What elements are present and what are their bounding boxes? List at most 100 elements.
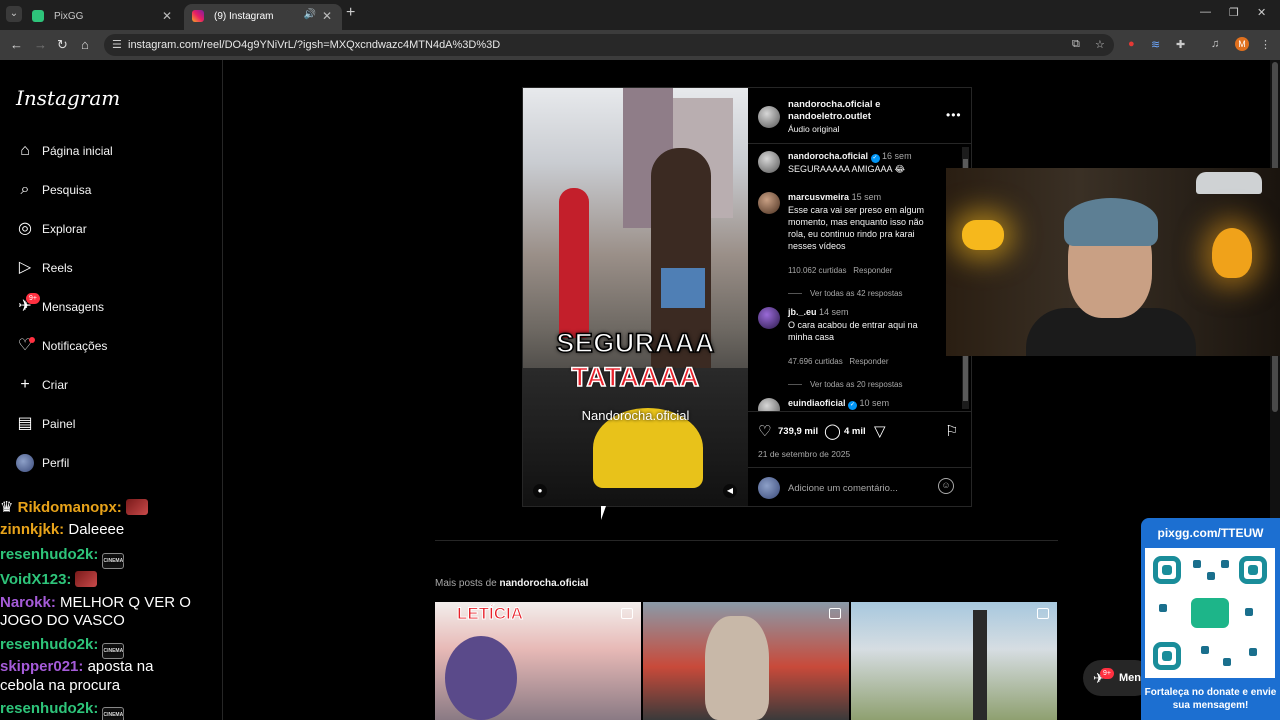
webcam-lamp xyxy=(962,220,1004,250)
comment-text: O cara acabou de entrar aqui na minha ca… xyxy=(788,320,918,342)
more-post-thumb[interactable] xyxy=(851,602,1057,720)
post-authors[interactable]: nandorocha.oficial e nandoeletro.outlet xyxy=(788,99,938,123)
comment-avatar[interactable] xyxy=(758,192,780,214)
sidebar-item-notifications[interactable]: ♡ Notificações xyxy=(16,337,216,361)
install-app-icon[interactable]: ⧉ xyxy=(1072,38,1080,51)
restore-icon[interactable]: ❐ xyxy=(1229,6,1239,19)
browser-toolbar: ← → ↻ ⌂ ☰ instagram.com/reel/DO4g9YNiVrL… xyxy=(0,30,1280,60)
extensions-puzzle-icon[interactable]: ✚ xyxy=(1176,38,1185,51)
sidebar-item-profile[interactable]: Perfil xyxy=(16,454,216,478)
more-options-icon[interactable]: ••• xyxy=(946,108,962,122)
sidebar-item-reels[interactable]: ▷ Reels xyxy=(16,259,216,283)
chat-line: VoidX123: xyxy=(0,571,98,588)
close-window-icon[interactable]: ✕ xyxy=(1257,6,1266,19)
reload-icon[interactable]: ↻ xyxy=(57,37,68,53)
volume-icon[interactable]: ◀ xyxy=(723,484,737,498)
post-side-panel: nandorocha.oficial e nandoeletro.outlet … xyxy=(748,88,971,506)
qr-url: pixgg.com/TTEUW xyxy=(1157,526,1264,540)
sidebar-item-search[interactable]: ⌕ Pesquisa xyxy=(16,181,216,205)
dashboard-icon: ▤ xyxy=(17,415,33,432)
author-avatar[interactable] xyxy=(758,106,780,128)
close-tab-icon[interactable]: ✕ xyxy=(162,9,172,23)
browser-tab-bar: ⌄ PixGG ✕ (9) Instagram 🔊 ✕ + — ❐ ✕ xyxy=(0,0,1280,30)
bookmark-star-icon[interactable]: ☆ xyxy=(1095,38,1105,51)
comment-bubble-icon[interactable]: ◯ xyxy=(824,422,841,440)
avatar xyxy=(16,454,34,472)
reply-button[interactable]: Responder xyxy=(853,266,892,275)
comment-input[interactable]: Adicione um comentário... xyxy=(788,483,898,494)
webcam-toy-car xyxy=(1196,172,1262,194)
qr-module xyxy=(1201,646,1209,654)
qr-center-logo xyxy=(1191,598,1229,628)
reel-video[interactable]: SEGURAAA TATAAAA Nandorocha.oficial ● ◀ xyxy=(523,88,748,506)
view-replies-button[interactable]: Ver todas as 20 respostas xyxy=(788,380,903,389)
sidebar-item-label: Mensagens xyxy=(42,300,105,314)
sidebar-item-dashboard[interactable]: ▤ Painel xyxy=(16,415,216,439)
qr-code xyxy=(1145,548,1275,678)
sidebar-item-home[interactable]: ⌂ Página inicial xyxy=(16,142,216,166)
extension-wave-icon[interactable]: ≋ xyxy=(1151,38,1160,51)
tab-pixgg[interactable]: PixGG ✕ xyxy=(24,4,182,30)
share-icon[interactable]: ▽ xyxy=(874,422,886,440)
reels-icon: ▷ xyxy=(18,259,32,276)
likes-count[interactable]: 739,9 mil xyxy=(778,426,818,437)
reply-button[interactable]: Responder xyxy=(849,357,888,366)
profile-avatar[interactable]: M xyxy=(1235,37,1249,51)
comment-avatar[interactable] xyxy=(758,151,780,173)
close-tab-icon[interactable]: ✕ xyxy=(322,9,332,23)
more-post-thumb[interactable] xyxy=(643,602,849,720)
sidebar-item-create[interactable]: + Criar xyxy=(16,376,216,400)
emote-icon xyxy=(75,571,98,587)
comment-username[interactable]: euindiaoficial ✓ 10 sem xyxy=(788,398,889,410)
comment-username[interactable]: jb._.eu 14 sem xyxy=(788,307,849,317)
comment-likes[interactable]: 110.062 curtidas xyxy=(788,266,847,275)
comment-likes[interactable]: 47.696 curtidas xyxy=(788,357,843,366)
webcam-cap xyxy=(1064,198,1158,246)
save-bookmark-icon[interactable]: ⚐ xyxy=(945,422,958,440)
compass-icon: ◎ xyxy=(18,220,32,237)
cinema-emote-icon: CINEMA xyxy=(102,553,125,569)
reel-post: SEGURAAA TATAAAA Nandorocha.oficial ● ◀ … xyxy=(522,87,972,507)
tagged-user-icon[interactable]: ● xyxy=(533,484,547,498)
post-header: nandorocha.oficial e nandoeletro.outlet … xyxy=(748,88,971,144)
tab-search-button[interactable]: ⌄ xyxy=(6,6,22,22)
audio-label[interactable]: Áudio original xyxy=(788,124,840,134)
more-posts-heading: Mais posts de nandorocha.oficial xyxy=(435,578,589,589)
reel-icon xyxy=(621,608,633,619)
forward-icon[interactable]: → xyxy=(34,37,47,52)
sidebar-item-explore[interactable]: ◎ Explorar xyxy=(16,220,216,244)
minimize-icon[interactable]: — xyxy=(1200,6,1211,18)
thumb-traffic-light xyxy=(973,610,987,720)
chat-line: skipper021: aposta na xyxy=(0,658,154,675)
comment-avatar[interactable] xyxy=(758,307,780,329)
like-heart-icon[interactable]: ♡ xyxy=(758,422,771,440)
qr-module xyxy=(1223,658,1231,666)
main-content: SEGURAAA TATAAAA Nandorocha.oficial ● ◀ … xyxy=(224,60,1270,720)
tab-instagram[interactable]: (9) Instagram 🔊 ✕ xyxy=(184,4,342,30)
audio-playing-icon[interactable]: 🔊 xyxy=(304,9,316,20)
comment-username[interactable]: marcusvmeira 15 sem xyxy=(788,192,881,202)
home-button-icon[interactable]: ⌂ xyxy=(81,37,89,52)
sidebar-item-label: Perfil xyxy=(42,456,70,470)
instagram-logo[interactable]: Instagram xyxy=(16,86,120,110)
comment-avatar[interactable] xyxy=(758,398,780,411)
media-controls-icon[interactable]: ♫ xyxy=(1211,38,1219,50)
emoji-icon[interactable]: ☺ xyxy=(938,478,954,494)
view-replies-button[interactable]: Ver todas as 42 respostas xyxy=(788,289,903,298)
qr-finder xyxy=(1153,642,1181,670)
browser-menu-icon[interactable]: ⋮ xyxy=(1260,38,1271,51)
sidebar-item-label: Painel xyxy=(42,417,76,431)
donation-qr-panel: pixgg.com/TTEUW Fortaleça no donate e en… xyxy=(1141,518,1280,720)
address-bar[interactable]: ☰ instagram.com/reel/DO4g9YNiVrL/?igsh=M… xyxy=(104,34,1114,56)
new-tab-button[interactable]: + xyxy=(346,4,355,22)
sidebar-item-messages[interactable]: ✈ 9+ Mensagens xyxy=(16,293,216,322)
video-watermark: Nandorocha.oficial xyxy=(581,408,690,423)
site-info-icon[interactable]: ☰ xyxy=(112,38,122,51)
qr-finder xyxy=(1239,556,1267,584)
comment-username[interactable]: nandorocha.oficial ✓ 16 sem xyxy=(788,151,912,163)
extension-red-icon[interactable]: ● xyxy=(1128,38,1135,50)
sidebar-item-label: Reels xyxy=(42,261,73,275)
back-icon[interactable]: ← xyxy=(10,37,23,52)
more-post-thumb[interactable]: LETÍCIA xyxy=(435,602,641,720)
more-posts-user[interactable]: nandorocha.oficial xyxy=(499,578,588,589)
